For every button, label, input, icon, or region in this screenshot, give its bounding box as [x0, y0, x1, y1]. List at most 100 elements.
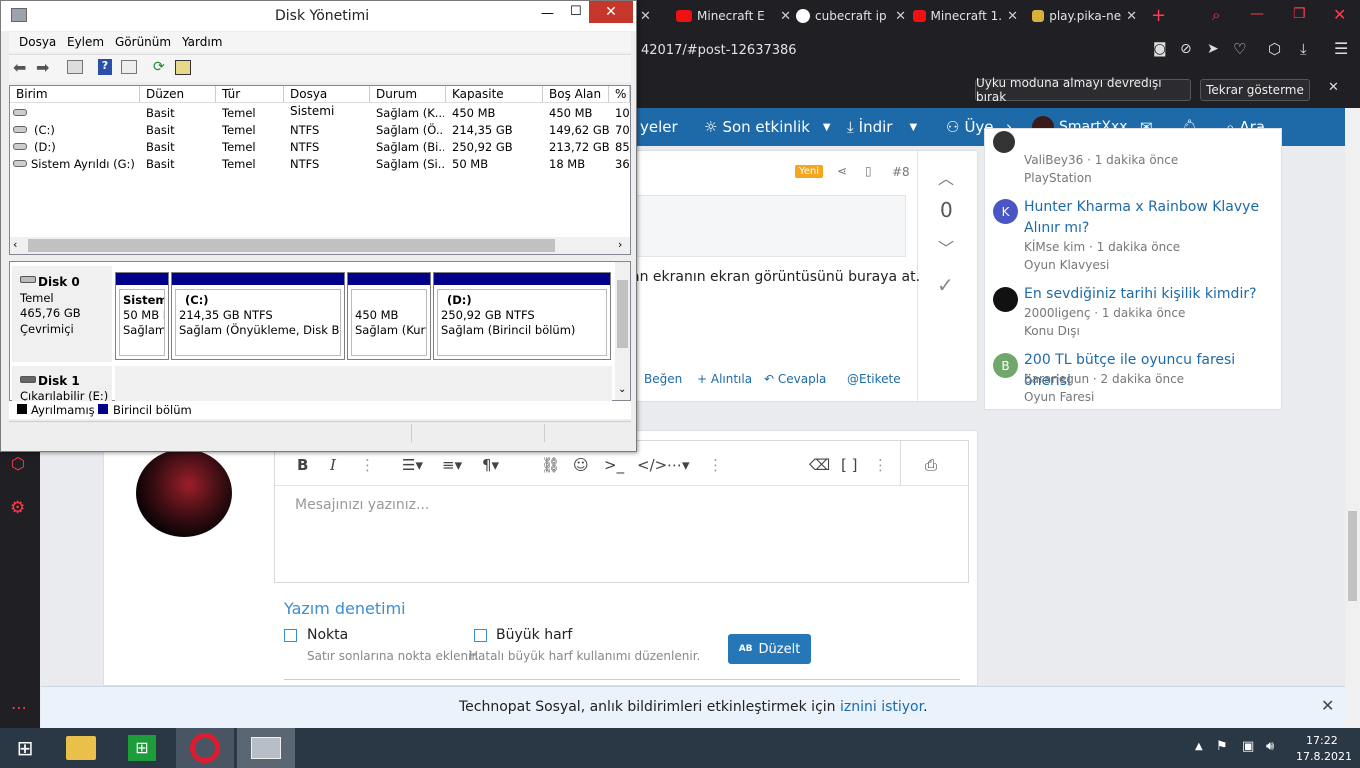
more-vertical-icon[interactable]: ⋮ [360, 456, 375, 474]
solution-check-icon[interactable]: ✓ [937, 273, 954, 297]
code-block-icon[interactable]: </> [637, 456, 667, 474]
scroll-thumb[interactable] [617, 280, 628, 348]
heart-icon[interactable]: ♡ [1233, 40, 1246, 58]
more-dots-icon[interactable]: ⋯ [11, 698, 27, 717]
disk1-area[interactable] [115, 366, 612, 402]
disk-management-button[interactable] [237, 728, 295, 768]
close-tab-icon[interactable]: ✕ [1126, 9, 1137, 24]
table-row[interactable]: Basit Temel Sağlam (K... 450 MB 450 MB 1… [10, 105, 630, 122]
close-tab-icon[interactable]: ✕ [640, 9, 651, 24]
message-placeholder[interactable]: Mesajınızı yazınız... [295, 497, 429, 513]
download-icon[interactable]: ⤓ [1300, 40, 1307, 58]
maximize-icon[interactable]: ☐ [570, 4, 582, 19]
more-insert-icon[interactable]: ⋯▾ [667, 456, 690, 474]
search-tabs-icon[interactable]: ⌕ [1212, 6, 1220, 24]
forward-arrow-icon[interactable]: ➡ [36, 58, 49, 77]
scroll-left-icon[interactable]: ‹ [13, 238, 17, 251]
activity-item[interactable]: ValiBey36 · 1 dakika önce PlayStation [985, 129, 1281, 189]
properties-icon[interactable] [121, 60, 137, 74]
bookmark-icon[interactable]: ▯ [865, 164, 872, 178]
close-notice-icon[interactable]: ✕ [1328, 80, 1339, 95]
activity-category[interactable]: Konu Dışı [1024, 324, 1080, 338]
tray-overflow-icon[interactable]: ▲ [1195, 741, 1203, 752]
link-icon[interactable]: ⛓ [541, 456, 560, 474]
table-row[interactable]: (C:) Basit Temel NTFS Sağlam (Ö... 214,3… [10, 122, 630, 139]
dont-show-again-button[interactable]: Tekrar gösterme [1200, 79, 1310, 101]
share-icon[interactable]: ⋖ [837, 164, 847, 178]
start-button[interactable]: ⊞ [0, 728, 50, 768]
url-text[interactable]: 42017/#post-12637386 [641, 43, 797, 58]
scroll-thumb[interactable] [28, 239, 555, 252]
paragraph-icon[interactable]: ¶▾ [482, 456, 499, 474]
code-inline-icon[interactable]: >_ [604, 456, 624, 474]
clock-time[interactable]: 17:22 [1306, 734, 1338, 747]
dot-option-label[interactable]: Nokta [307, 627, 348, 643]
scroll-down-icon[interactable]: ⌄ [618, 384, 626, 395]
disk1-label[interactable]: Disk 1 Çıkarılabilir (E:) [12, 366, 112, 403]
nav-members[interactable]: yeler [640, 108, 678, 146]
file-explorer-button[interactable] [52, 728, 110, 768]
more-vertical-icon[interactable]: ⋮ [708, 456, 723, 474]
partition-c[interactable]: (C:) 214,35 GB NTFS Sağlam (Önyükleme, D… [171, 272, 345, 360]
tab-pika[interactable]: play.pika-ne ✕ [1032, 0, 1137, 32]
cube-sidebar-icon[interactable]: ⬡ [11, 454, 25, 473]
activity-category[interactable]: PlayStation [1024, 171, 1092, 185]
cube-icon[interactable]: ⬡ [1268, 40, 1281, 58]
disk0-label[interactable]: Disk 0 Temel 465,76 GB Çevrimiçi [12, 266, 112, 362]
store-button[interactable]: ⊞ [113, 728, 171, 768]
horizontal-scrollbar[interactable]: ‹ › [10, 237, 630, 254]
activity-title[interactable]: Hunter Kharma x Rainbow Klavye Alınır mı… [1024, 197, 1274, 239]
tab-cubecraft[interactable]: cubecraft ip ✕ [796, 0, 906, 32]
vertical-scrollbar[interactable]: ⌄ [615, 262, 630, 400]
quote-button[interactable]: + Alıntıla [697, 372, 752, 386]
bold-icon[interactable]: B [297, 456, 308, 474]
close-window-icon[interactable]: ✕ [1333, 5, 1346, 24]
rescan-disks-icon[interactable] [175, 60, 191, 75]
fix-button[interactable]: AB Düzelt [728, 634, 811, 664]
clock-date[interactable]: 17.8.2021 [1296, 750, 1352, 763]
column-header-type[interactable]: Tür [216, 86, 284, 103]
tag-button[interactable]: @Etikete [847, 372, 901, 386]
send-icon[interactable]: ➤ [1207, 41, 1219, 57]
menu-action[interactable]: Eylem [67, 35, 104, 49]
network-icon[interactable]: ▣ [1242, 739, 1254, 754]
activity-title[interactable]: En sevdiğiniz tarihi kişilik kimdir? [1024, 284, 1274, 305]
activity-item[interactable]: B 200 TL bütçe ile oyuncu faresi önerisi… [985, 350, 1281, 410]
close-tab-icon[interactable]: ✕ [1007, 9, 1018, 24]
list-icon[interactable]: ☰▾ [402, 456, 423, 474]
italic-icon[interactable]: I [330, 456, 336, 474]
close-notification-icon[interactable]: ✕ [1321, 696, 1334, 715]
upvote-chevron-icon[interactable]: ︿ [938, 165, 954, 189]
partition-recovery[interactable]: 450 MB Sağlam (Kurta [347, 272, 431, 360]
menu-help[interactable]: Yardım [182, 35, 222, 49]
table-row[interactable]: Sistem Ayrıldı (G:) Basit Temel NTFS Sağ… [10, 156, 630, 173]
volume-icon[interactable]: 🔊︎ [1266, 739, 1274, 754]
like-button[interactable]: Beğen [644, 372, 682, 386]
preview-icon[interactable]: ⎙ [925, 456, 937, 474]
align-icon[interactable]: ≡▾ [442, 456, 462, 474]
show-hide-tree-icon[interactable] [67, 60, 83, 74]
tab-partial[interactable]: ✕ [640, 0, 670, 32]
menu-view[interactable]: Görünüm [115, 35, 171, 49]
column-header-filesystem[interactable]: Dosya Sistemi [284, 86, 370, 118]
minimize-icon[interactable]: — [1250, 6, 1264, 22]
nav-download[interactable]: ⤓ İndir ▼ [847, 108, 917, 146]
help-icon[interactable]: ? [98, 59, 112, 75]
post-number[interactable]: #8 [892, 165, 910, 179]
menu-file[interactable]: Dosya [19, 35, 56, 49]
scroll-thumb[interactable] [1348, 511, 1357, 601]
activity-item[interactable]: K Hunter Kharma x Rainbow Klavye Alınır … [985, 197, 1281, 277]
scroll-right-icon[interactable]: › [618, 238, 622, 251]
close-tab-icon[interactable]: ✕ [895, 9, 906, 24]
permission-link[interactable]: iznini istiyor [840, 699, 923, 715]
message-editor[interactable]: B I ⋮ ☰▾ ≡▾ ¶▾ ⛓ ☺ >_ </> ⋯▾ ⋮ ⌫ [ ] ⋮ ⎙… [274, 440, 969, 583]
nav-latest-activity[interactable]: ☼ Son etkinlik ▼ [704, 108, 831, 146]
more-vertical-icon[interactable]: ⋮ [873, 456, 888, 474]
adblock-icon[interactable]: ⊘ [1180, 41, 1192, 57]
column-header-status[interactable]: Durum [370, 86, 446, 103]
downvote-chevron-icon[interactable]: ﹀ [938, 235, 954, 259]
close-window-button[interactable]: ✕ [589, 1, 633, 23]
settings-gear-icon[interactable]: ⚙ [10, 498, 25, 518]
table-row[interactable]: (D:) Basit Temel NTFS Sağlam (Bi... 250,… [10, 139, 630, 156]
activity-category[interactable]: Oyun Klavyesi [1024, 258, 1109, 272]
